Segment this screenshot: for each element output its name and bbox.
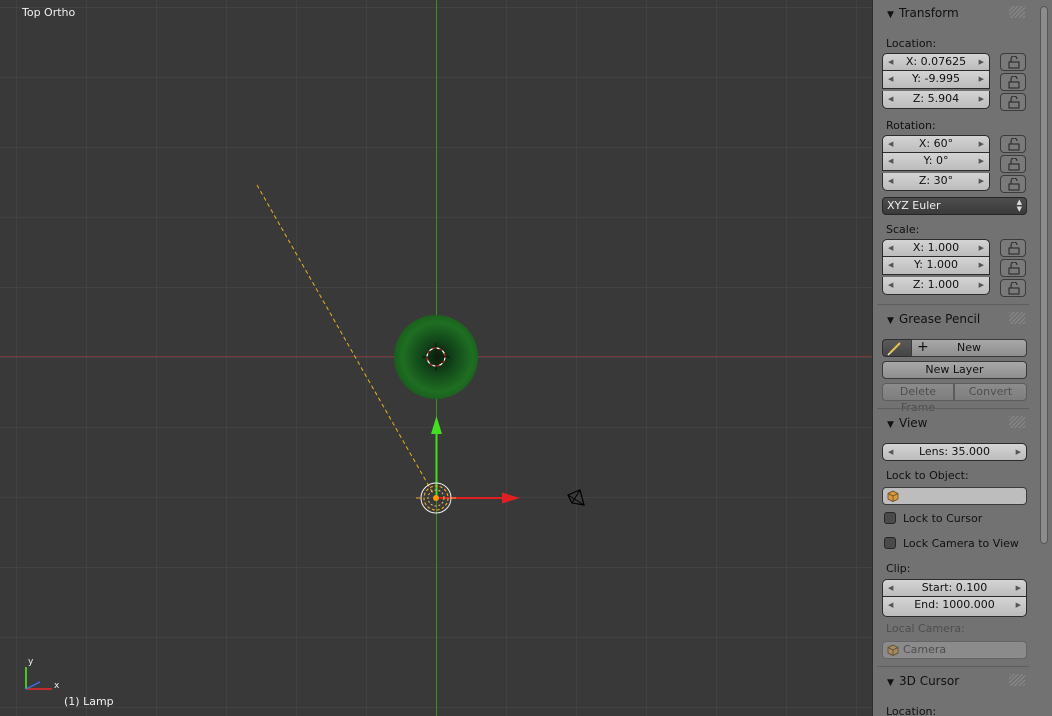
lock-scale-y-toggle[interactable]: [1000, 259, 1026, 277]
rotation-mode-value: XYZ Euler: [887, 199, 941, 212]
lock-camera-to-view-checkbox[interactable]: [884, 537, 896, 549]
lens-field[interactable]: ◀ Lens: 35.000 ▶: [882, 443, 1027, 461]
lock-location-x-toggle[interactable]: [1000, 53, 1026, 71]
clip-label: Clip:: [886, 562, 911, 575]
location-z-field[interactable]: ◀ Z: 5.904 ▶: [882, 91, 990, 109]
panel-separator: [877, 408, 1029, 409]
lock-rotation-x-toggle[interactable]: [1000, 135, 1026, 153]
clip-end-field[interactable]: ◀ End: 1000.000 ▶: [882, 597, 1027, 617]
rotation-x-field[interactable]: ◀ X: 60° ▶: [882, 135, 990, 153]
scale-label: Scale:: [886, 223, 920, 236]
lock-location-z-toggle[interactable]: [1000, 93, 1026, 111]
local-camera-label: Local Camera:: [886, 622, 965, 635]
panel-separator: [877, 304, 1029, 305]
plus-icon: +: [917, 339, 929, 355]
cube-icon: [887, 644, 899, 656]
gizmo-y-label: y: [28, 657, 34, 667]
view-panel-header[interactable]: ▼ View: [877, 412, 1031, 434]
lock-to-cursor-checkbox[interactable]: [884, 512, 896, 524]
lock-to-cursor-label: Lock to Cursor: [903, 512, 983, 525]
camera-object[interactable]: [567, 489, 585, 506]
properties-region: ▼ Transform Location: ◀ X: 0.07625 ▶ ◀ Y: -9…: [872, 0, 1052, 716]
drag-grip-icon[interactable]: [1009, 674, 1025, 686]
grease-pencil-new-button[interactable]: + New: [911, 339, 1027, 357]
scale-y-field[interactable]: ◀ Y: 1.000 ▶: [882, 257, 990, 275]
up-down-arrows-icon: ▲ ▼: [1016, 198, 1022, 213]
active-object-label: (1) Lamp: [64, 695, 114, 708]
axis-gizmo: y x: [25, 657, 60, 691]
lock-scale-z-toggle[interactable]: [1000, 279, 1026, 297]
lock-scale-x-toggle[interactable]: [1000, 239, 1026, 257]
collapse-triangle-icon: ▼: [887, 10, 894, 20]
view-title: View: [899, 416, 928, 430]
delete-frame-button[interactable]: Delete Frame: [882, 383, 954, 414]
3d-viewport[interactable]: y x Top Ortho (1) Lamp: [0, 0, 872, 716]
lock-rotation-z-toggle[interactable]: [1000, 175, 1026, 193]
rotation-label: Rotation:: [886, 119, 936, 132]
pencil-icon: [887, 342, 901, 356]
grease-pencil-panel-header[interactable]: ▼ Grease Pencil: [877, 308, 1031, 330]
rotation-z-field[interactable]: ◀ Z: 30° ▶: [882, 173, 990, 191]
rotation-y-field[interactable]: ◀ Y: 0° ▶: [882, 153, 990, 171]
transform-title: Transform: [899, 6, 959, 20]
panel-separator: [877, 666, 1029, 667]
lock-to-object-field[interactable]: [882, 487, 1027, 505]
grease-pencil-datablock-button[interactable]: [882, 339, 912, 357]
cube-icon: [887, 490, 899, 502]
transform-manipulator[interactable]: [431, 416, 520, 504]
3d-cursor-panel-header[interactable]: ▼ 3D Cursor: [877, 670, 1031, 692]
collapse-triangle-icon: ▼: [887, 678, 894, 688]
new-layer-button[interactable]: New Layer: [882, 361, 1027, 379]
properties-scrollbar[interactable]: [1040, 6, 1048, 544]
location-label: Location:: [886, 37, 937, 50]
viewport-canvas[interactable]: y x: [0, 0, 872, 716]
cursor-location-label: Location:: [886, 705, 937, 716]
scale-z-field[interactable]: ◀ Z: 1.000 ▶: [882, 277, 990, 295]
location-y-field[interactable]: ◀ Y: -9.995 ▶: [882, 71, 990, 89]
view-name-label: Top Ortho: [22, 6, 76, 19]
sphere-object[interactable]: [394, 315, 478, 399]
clip-start-field[interactable]: ◀ Start: 0.100 ▶: [882, 579, 1027, 597]
collapse-triangle-icon: ▼: [887, 316, 894, 326]
convert-button[interactable]: Convert: [954, 383, 1027, 401]
drag-grip-icon[interactable]: [1009, 6, 1025, 18]
lock-to-object-label: Lock to Object:: [886, 469, 969, 482]
grease-pencil-title: Grease Pencil: [899, 312, 981, 326]
rotation-mode-dropdown[interactable]: XYZ Euler ▲ ▼: [882, 197, 1027, 215]
transform-panel-header[interactable]: ▼ Transform: [877, 2, 1031, 24]
collapse-triangle-icon: ▼: [887, 420, 894, 430]
lock-camera-to-view-label: Lock Camera to View: [903, 537, 1019, 550]
drag-grip-icon[interactable]: [1009, 416, 1025, 428]
lock-rotation-y-toggle[interactable]: [1000, 155, 1026, 173]
local-camera-field[interactable]: Camera: [882, 641, 1027, 659]
gizmo-x-label: x: [54, 681, 60, 691]
lock-location-y-toggle[interactable]: [1000, 73, 1026, 91]
local-camera-value: Camera: [903, 643, 947, 656]
scale-x-field[interactable]: ◀ X: 1.000 ▶: [882, 239, 990, 257]
3d-cursor-title: 3D Cursor: [899, 674, 960, 688]
location-x-field[interactable]: ◀ X: 0.07625 ▶: [882, 53, 990, 71]
drag-grip-icon[interactable]: [1009, 312, 1025, 324]
